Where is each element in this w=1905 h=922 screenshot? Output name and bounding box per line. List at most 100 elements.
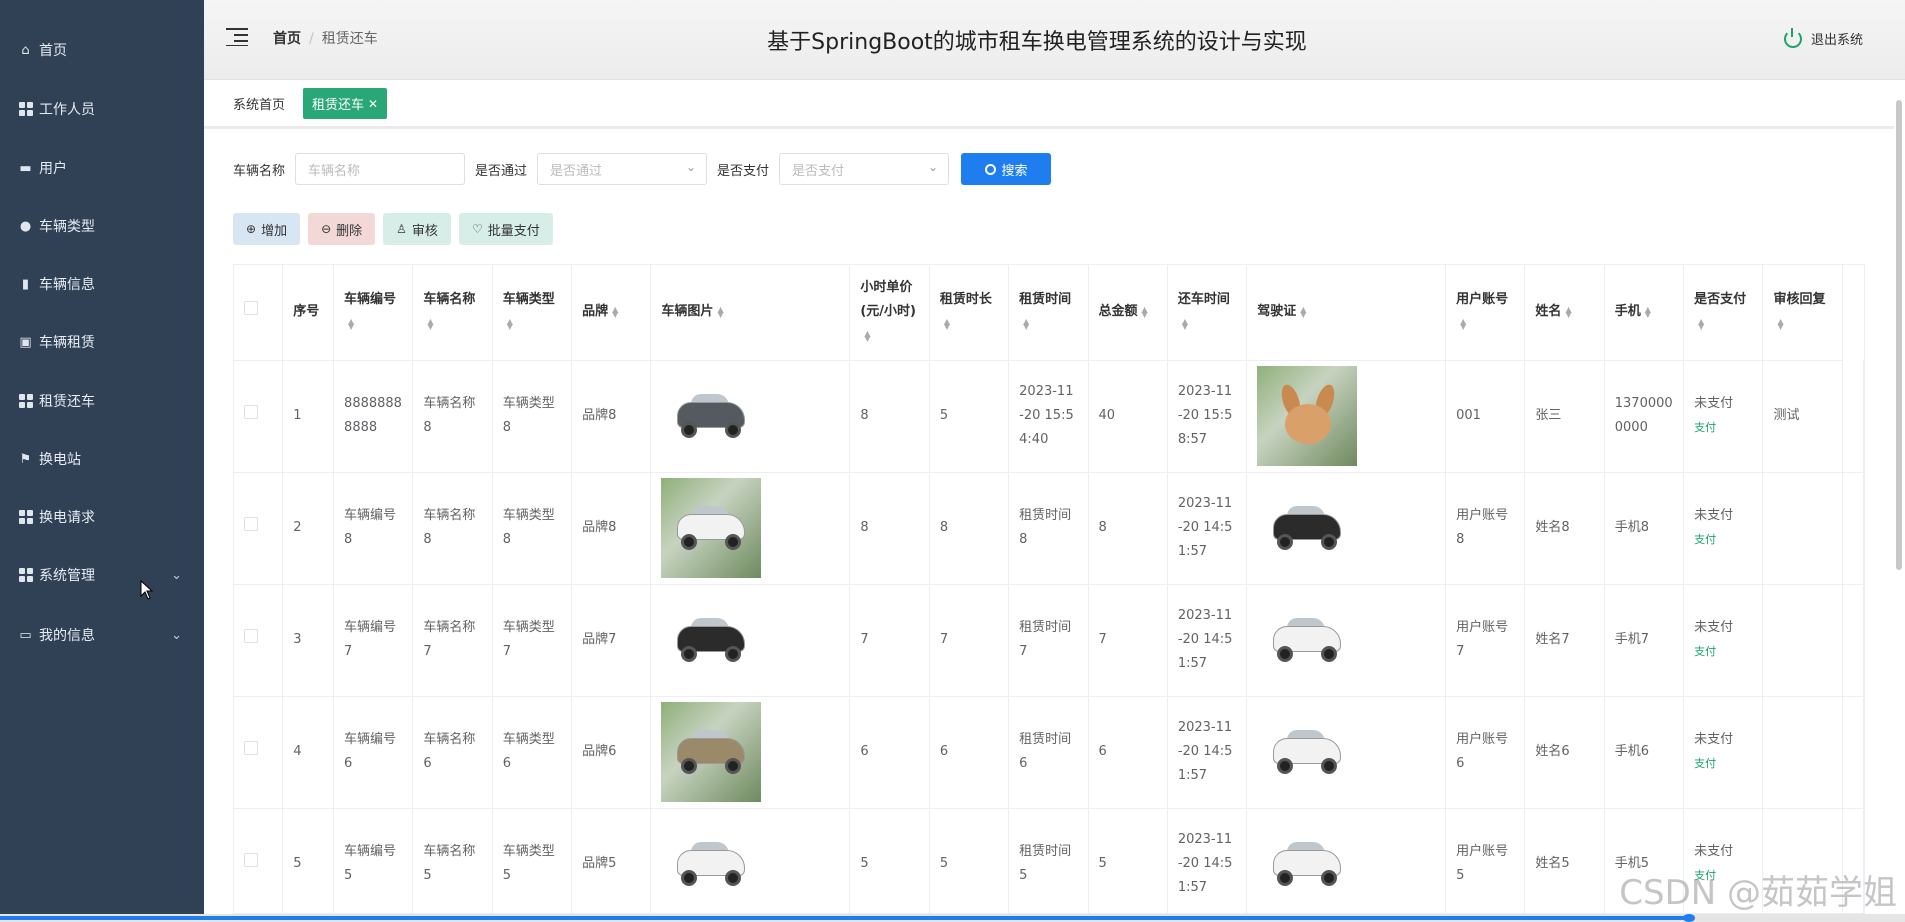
vehicle-image-cell [650,584,851,697]
sidebar-item-staff[interactable]: 工作人员 [0,80,204,138]
column-header[interactable]: 租赁时长▲ ▼ [929,265,1010,361]
pay-select[interactable]: 是否支付 ⌄ [779,153,950,185]
column-header[interactable]: 品牌 ▲ ▼ [571,265,652,361]
cell-brand: 品牌7 [571,584,652,697]
cell-index: 2 [282,472,335,585]
logout-button[interactable]: 退出系统 [1783,27,1863,48]
sidebar-item-vehicle-info[interactable]: ▮ 车辆信息 [0,255,204,313]
column-header[interactable]: 总金额 ▲ ▼ [1088,265,1168,361]
sort-icon[interactable]: ▲ ▼ [612,305,618,318]
pass-select[interactable]: 是否通过 ⌄ [537,153,708,185]
pay-link[interactable]: 支付 [1694,752,1752,776]
sort-icon[interactable]: ▲ ▼ [1023,317,1029,330]
cell-vehicle-name: 车辆名称8 [412,360,493,473]
white-van-image[interactable] [661,478,762,578]
sort-icon[interactable]: ▲ ▼ [507,317,513,330]
column-header[interactable]: 租赁时间▲ ▼ [1008,265,1089,361]
sidebar-item-users[interactable]: ▬ 用户 [0,139,204,197]
sort-icon[interactable]: ▲ ▼ [1300,305,1306,318]
sort-icon[interactable]: ▲ ▼ [1460,317,1466,330]
sort-icon[interactable]: ▲ ▼ [864,329,870,342]
delete-button[interactable]: ⊖ 删除 [308,213,376,245]
vehicle-name-input[interactable]: 车辆名称 [295,153,466,185]
column-header[interactable]: 车辆图片 ▲ ▼ [650,265,851,361]
sort-icon[interactable]: ▲ ▼ [1777,317,1783,330]
column-header[interactable]: 用户账号▲ ▼ [1445,265,1526,361]
sort-icon[interactable]: ▲ ▼ [427,317,433,330]
vertical-scrollbar[interactable] [1896,100,1902,570]
white-mini-car-image[interactable] [1257,590,1358,690]
black-toy-car-image[interactable] [661,590,762,690]
cell-total: 5 [1088,808,1168,913]
tag-rental-return[interactable]: 租赁还车 ✕ [303,88,388,119]
search-form: 车辆名称 车辆名称 是否通过 是否通过 ⌄ 是否支付 是否支付 ⌄ 搜索 [233,153,1052,185]
row-checkbox[interactable] [244,517,258,531]
sort-icon[interactable]: ▲ ▼ [717,305,723,318]
row-checkbox[interactable] [244,405,258,419]
column-header[interactable]: 车辆名称▲ ▼ [412,265,493,361]
cell-return-time: 2023-11-20 14:51:57 [1167,808,1248,913]
sidebar-item-home[interactable]: ⌂ 首页 [0,21,204,79]
column-header[interactable]: 是否支付▲ ▼ [1683,265,1764,361]
column-header[interactable]: 驾驶证 ▲ ▼ [1246,265,1447,361]
batch-pay-button[interactable]: ♡ 批量支付 [458,213,553,245]
sidebar-item-my-info[interactable]: ▭ 我的信息 ⌄ [0,606,204,664]
cell-reply [1762,696,1843,809]
column-header[interactable]: 姓名 ▲ ▼ [1524,265,1605,361]
column-header[interactable]: 车辆类型▲ ▼ [492,265,573,361]
audit-button[interactable]: ♙ 审核 [383,213,451,245]
sort-icon[interactable]: ▲ ▼ [1645,305,1651,318]
row-checkbox[interactable] [244,741,258,755]
column-header[interactable]: 还车时间▲ ▼ [1167,265,1248,361]
sidebar-item-system-management[interactable]: 系统管理 ⌄ [0,546,204,604]
paid-status: 未支付 [1694,732,1734,747]
row-select-cell [234,472,284,585]
heart-icon: ♡ [471,222,483,236]
column-header[interactable]: 手机 ▲ ▼ [1604,265,1685,361]
sort-icon[interactable]: ▲ ▼ [944,317,950,330]
gold-mini-car-image[interactable] [661,702,762,802]
cell-rent-time: 租赁时间7 [1008,584,1089,697]
row-checkbox[interactable] [244,853,258,867]
sort-icon[interactable]: ▲ ▼ [1142,305,1148,318]
table-row: 4 车辆编号6 车辆名称6 车辆类型6 品牌6 6 6 租赁时间6 6 2023-11-20 14… [234,696,1864,809]
rabbit-image[interactable] [1257,366,1358,466]
white-sports-car-image[interactable] [1257,814,1358,913]
sort-icon[interactable]: ▲ ▼ [1565,305,1571,318]
sidebar-item-rental-return[interactable]: 租赁还车 [0,372,204,430]
cell-account: 001 [1445,360,1526,473]
delete-label: 删除 [336,223,363,239]
sidebar-item-vehicle-types[interactable]: ● 车辆类型 [0,197,204,255]
sidebar-item-swap-station[interactable]: ⚑ 换电站 [0,430,204,488]
table-row: 3 车辆编号7 车辆名称7 车辆类型7 品牌7 7 7 租赁时间7 7 2023-11-20 14… [234,584,1864,697]
sidebar-item-vehicle-rental[interactable]: ▣ 车辆租赁 [0,313,204,371]
column-header[interactable]: 车辆编号▲ ▼ [333,265,414,361]
pay-link[interactable]: 支付 [1694,640,1752,664]
sort-icon[interactable]: ▲ ▼ [348,317,354,330]
add-button[interactable]: ⊕ 增加 [233,213,301,245]
data-table: 序号 车辆编号▲ ▼ 车辆名称▲ ▼ 车辆类型▲ ▼ 品牌 ▲ ▼ 车辆图片 ▲ ▼ 小时单价… [233,264,1865,914]
sort-icon[interactable]: ▲ ▼ [1698,317,1704,330]
white-mini-car-image[interactable] [1257,702,1358,802]
location-icon: ● [19,218,32,234]
pay-link[interactable]: 支付 [1694,528,1752,552]
sort-icon[interactable]: ▲ ▼ [1182,317,1188,330]
select-all-checkbox[interactable] [244,301,258,316]
close-icon[interactable]: ✕ [368,97,378,111]
cell-price: 6 [849,696,930,809]
white-mini-car-image[interactable] [661,814,762,913]
row-checkbox[interactable] [244,629,258,643]
pay-link[interactable]: 支付 [1694,416,1752,440]
horizontal-scrollbar[interactable] [0,914,1905,922]
column-header[interactable]: 审核回复▲ ▼ [1762,265,1843,361]
search-button[interactable]: 搜索 [961,153,1052,185]
tag-label: 租赁还车 [312,98,365,113]
column-header[interactable]: 小时单价(元/小时)▲ ▼ [849,265,930,361]
cell-overflow [1842,584,1864,697]
sidebar-item-swap-request[interactable]: 换电请求 [0,488,204,546]
black-toy-car-image[interactable] [1257,478,1358,578]
paid-cell: 未支付 支付 [1683,360,1764,473]
tag-home[interactable]: 系统首页 [233,94,285,113]
grey-car-image[interactable] [661,366,762,466]
cell-vehicle-type: 车辆类型6 [492,696,573,809]
